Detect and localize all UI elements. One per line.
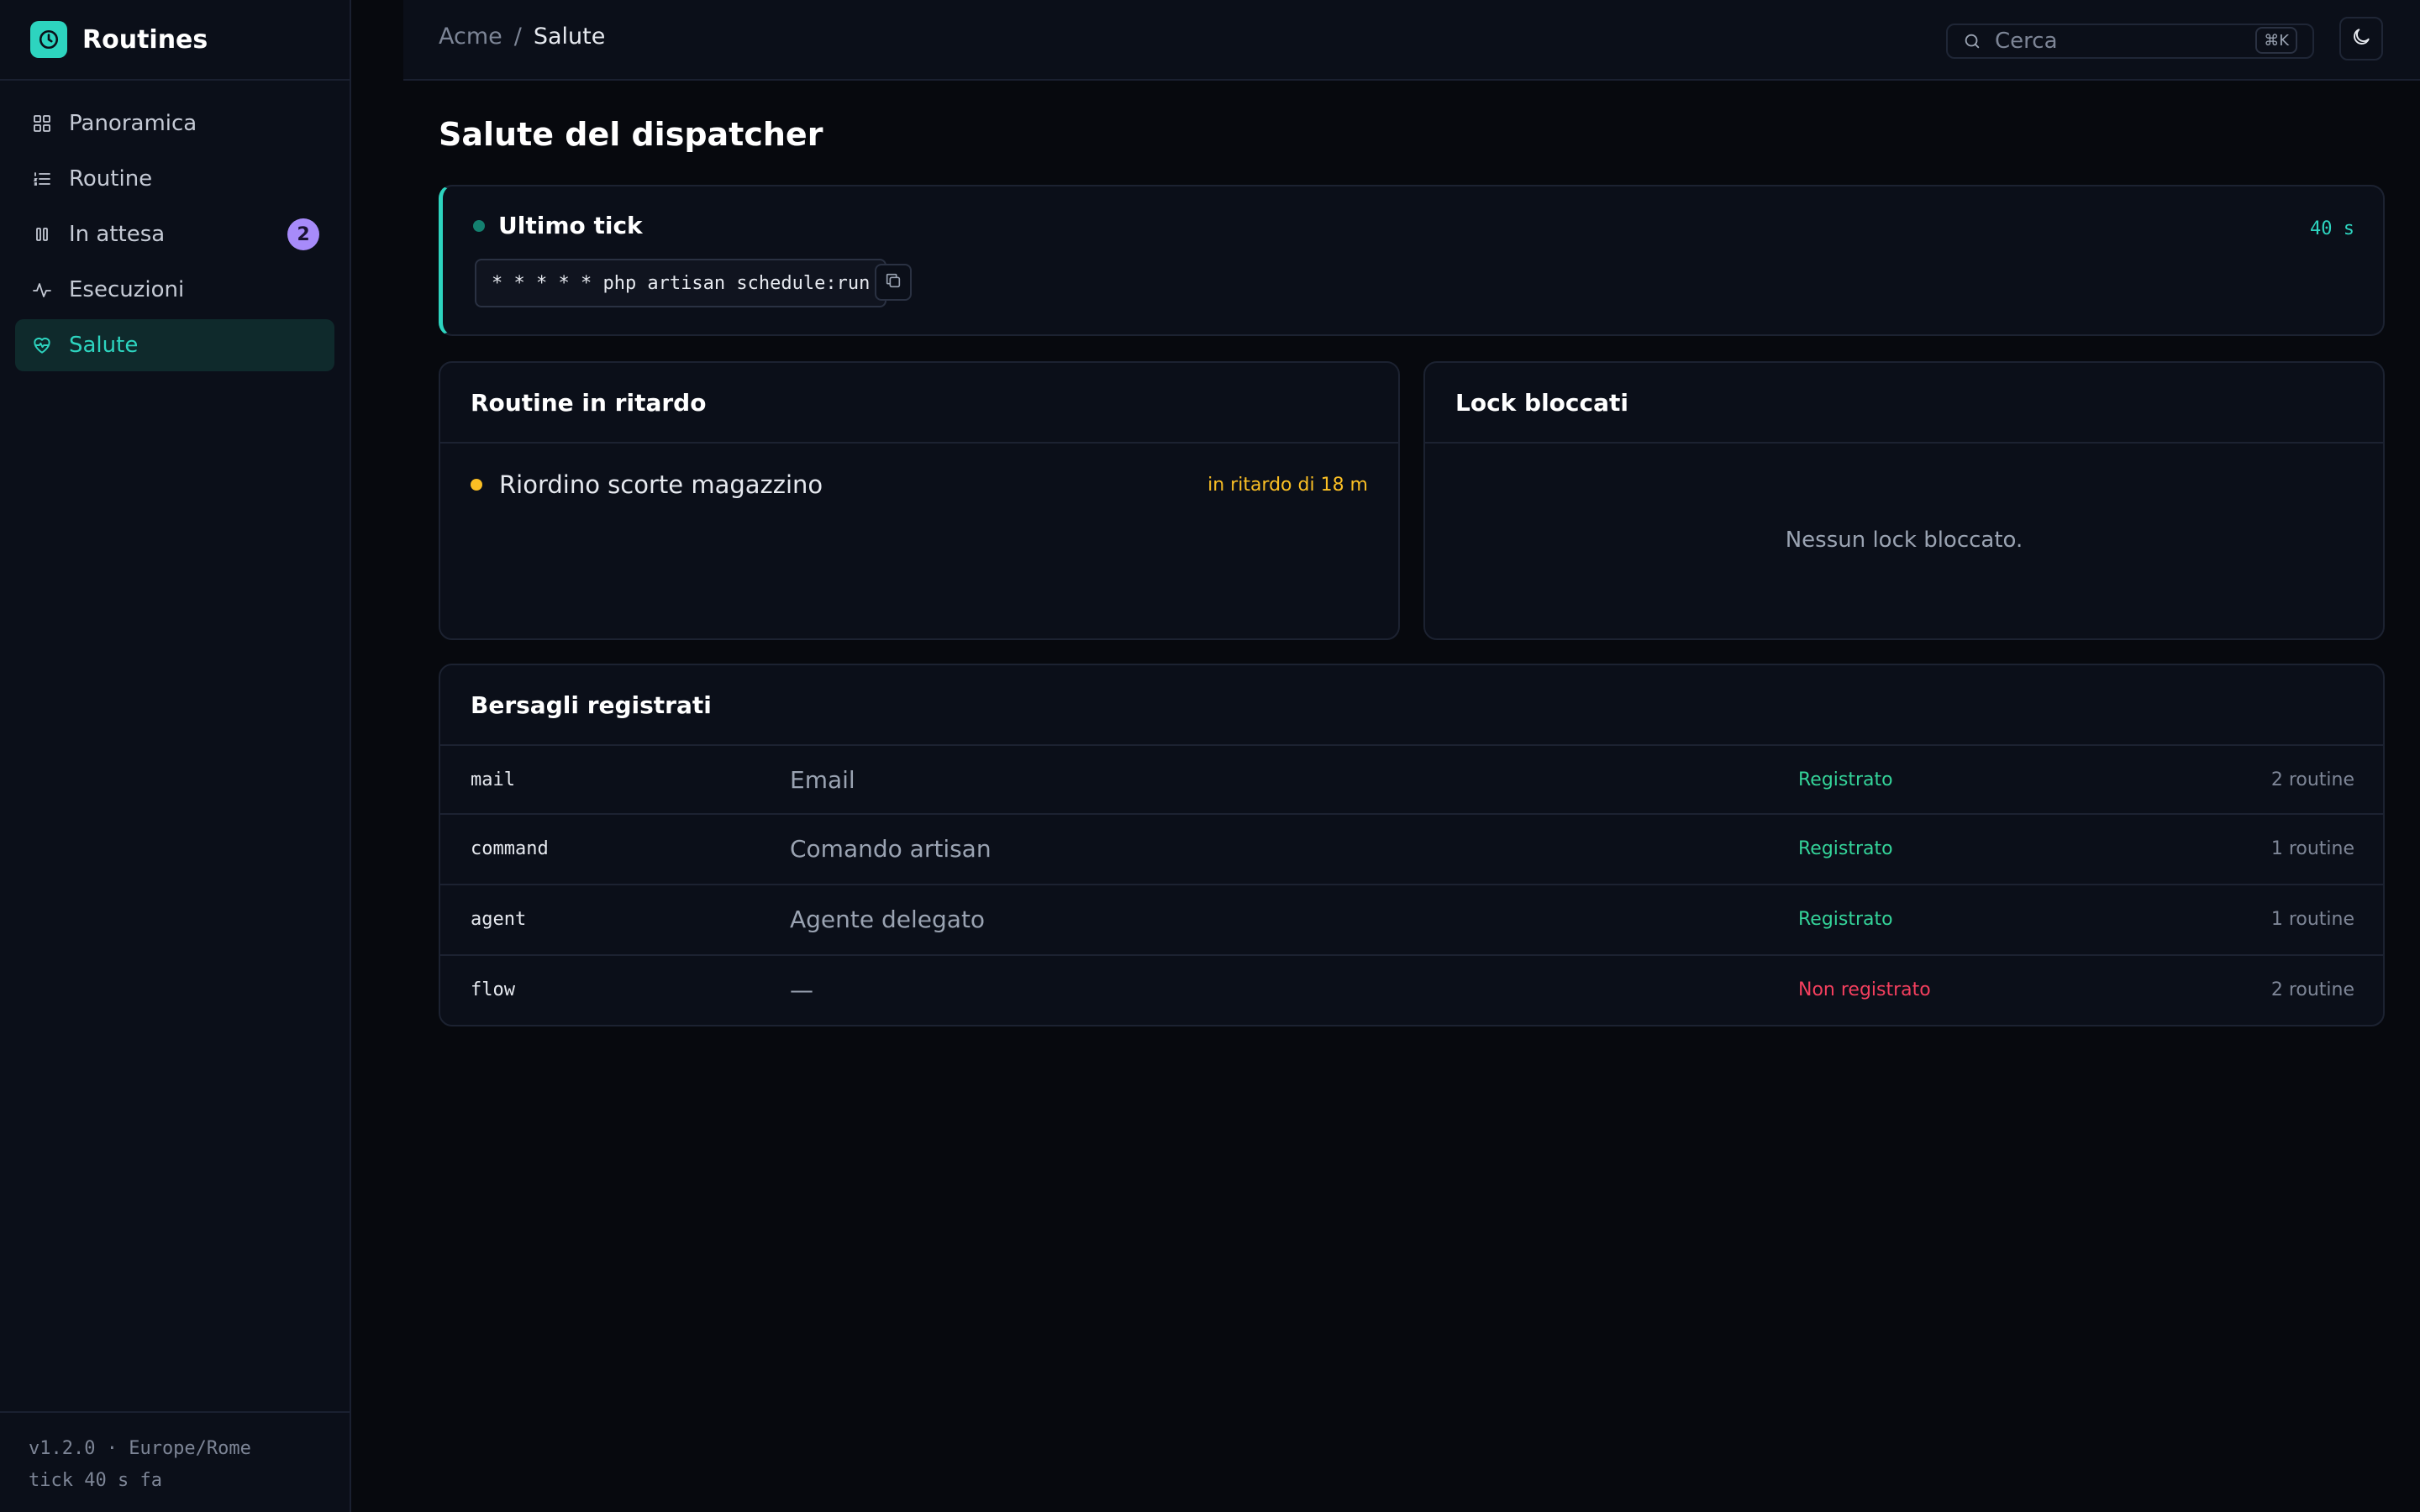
status-dot: [473, 219, 485, 232]
table-row[interactable]: agent Agente delegato Registrato 1 routi…: [440, 884, 2383, 953]
target-status: Registrato: [1798, 837, 1893, 859]
target-status: Registrato: [1798, 769, 1893, 790]
table-row[interactable]: mail Email Registrato 2 routine: [440, 744, 2383, 813]
list-icon: [30, 167, 54, 191]
sidebar-footer: v1.2.0 · Europe/Rome tick 40 s fa: [0, 1411, 350, 1512]
target-key: agent: [471, 908, 527, 930]
page-title: Salute del dispatcher: [439, 116, 823, 153]
grid-icon: [30, 112, 54, 135]
search-icon: [1963, 32, 1981, 50]
registered-targets-card: Bersagli registrati mail Email Registrat…: [439, 664, 2385, 1026]
sidebar-item-in-attesa[interactable]: In attesa 2: [15, 208, 334, 260]
search-shortcut-hint: ⌘K: [2255, 27, 2297, 54]
empty-state-message: Nessun lock bloccato.: [1785, 528, 2023, 553]
card-title: Bersagli registrati: [440, 665, 2383, 746]
breadcrumb-current: Salute: [533, 24, 606, 50]
copy-command-button[interactable]: [875, 264, 912, 301]
target-routine-count: 1 routine: [2270, 837, 2354, 859]
app-name: Routines: [82, 24, 208, 55]
last-tick-header: Ultimo tick: [473, 212, 643, 239]
table-row[interactable]: flow — Non registrato 2 routine: [440, 954, 2383, 1023]
sidebar-item-esecuzioni[interactable]: Esecuzioni: [15, 264, 334, 316]
target-key: mail: [471, 769, 515, 790]
sidebar-nav: Panoramica Routine In attesa 2 Esecuzion…: [0, 81, 350, 391]
last-tick-age: 40 s: [2310, 218, 2354, 239]
topbar: Acme / Salute ⌘K: [403, 0, 2420, 81]
sidebar-item-salute[interactable]: Salute: [15, 319, 334, 371]
search-box[interactable]: ⌘K: [1946, 24, 2314, 59]
sidebar-item-routine[interactable]: Routine: [15, 153, 334, 205]
target-routine-count: 1 routine: [2270, 908, 2354, 930]
card-title: Routine in ritardo: [440, 363, 1398, 444]
sidebar-item-label: Esecuzioni: [69, 277, 185, 302]
warning-dot: [471, 479, 482, 491]
target-routine-count: 2 routine: [2270, 979, 2354, 1000]
version-timezone: v1.2.0 · Europe/Rome: [29, 1438, 251, 1459]
target-routine-count: 2 routine: [2270, 769, 2354, 790]
late-routine-status: in ritardo di 18 m: [1207, 474, 1368, 496]
breadcrumb-root[interactable]: Acme: [439, 24, 502, 50]
clock-icon: [30, 21, 67, 58]
stuck-locks-card: Lock bloccati Nessun lock bloccato.: [1423, 361, 2385, 640]
card-title: Lock bloccati: [1425, 363, 2383, 444]
target-key: command: [471, 837, 549, 859]
target-label: —: [790, 975, 813, 1004]
pending-count-badge: 2: [287, 218, 319, 250]
late-routine-name: Riordino scorte magazzino: [499, 470, 823, 499]
target-label: Agente delegato: [790, 905, 986, 933]
cron-command: * * * * * php artisan schedule:run: [475, 259, 887, 307]
sidebar: Routines Panoramica Routine In attesa 2: [0, 0, 351, 1512]
late-routines-card: Routine in ritardo Riordino scorte magaz…: [439, 361, 1400, 640]
target-label: Comando artisan: [790, 834, 992, 863]
brand[interactable]: Routines: [0, 0, 350, 81]
breadcrumb-separator: /: [513, 24, 522, 50]
moon-icon: [2350, 26, 2372, 51]
sidebar-item-label: Panoramica: [69, 111, 197, 136]
copy-icon: [884, 271, 902, 293]
search-input[interactable]: [1993, 28, 2249, 55]
sidebar-item-panoramica[interactable]: Panoramica: [15, 97, 334, 150]
heart-pulse-icon: [30, 333, 54, 357]
target-label: Email: [790, 765, 855, 794]
sidebar-item-label: Salute: [69, 333, 139, 358]
breadcrumb: Acme / Salute: [439, 24, 605, 50]
activity-icon: [30, 278, 54, 302]
target-status: Registrato: [1798, 908, 1893, 930]
theme-toggle-button[interactable]: [2339, 17, 2383, 60]
table-row[interactable]: command Comando artisan Registrato 1 rou…: [440, 813, 2383, 882]
last-tick-info: tick 40 s fa: [29, 1470, 162, 1491]
list-item[interactable]: Riordino scorte magazzino in ritardo di …: [471, 464, 1368, 506]
last-tick-card: Ultimo tick 40 s * * * * * php artisan s…: [439, 185, 2385, 336]
target-key: flow: [471, 979, 515, 1000]
pause-icon: [30, 223, 54, 246]
target-status: Non registrato: [1798, 979, 1931, 1000]
last-tick-title: Ultimo tick: [498, 212, 643, 239]
sidebar-item-label: Routine: [69, 166, 153, 192]
sidebar-item-label: In attesa: [69, 222, 166, 247]
